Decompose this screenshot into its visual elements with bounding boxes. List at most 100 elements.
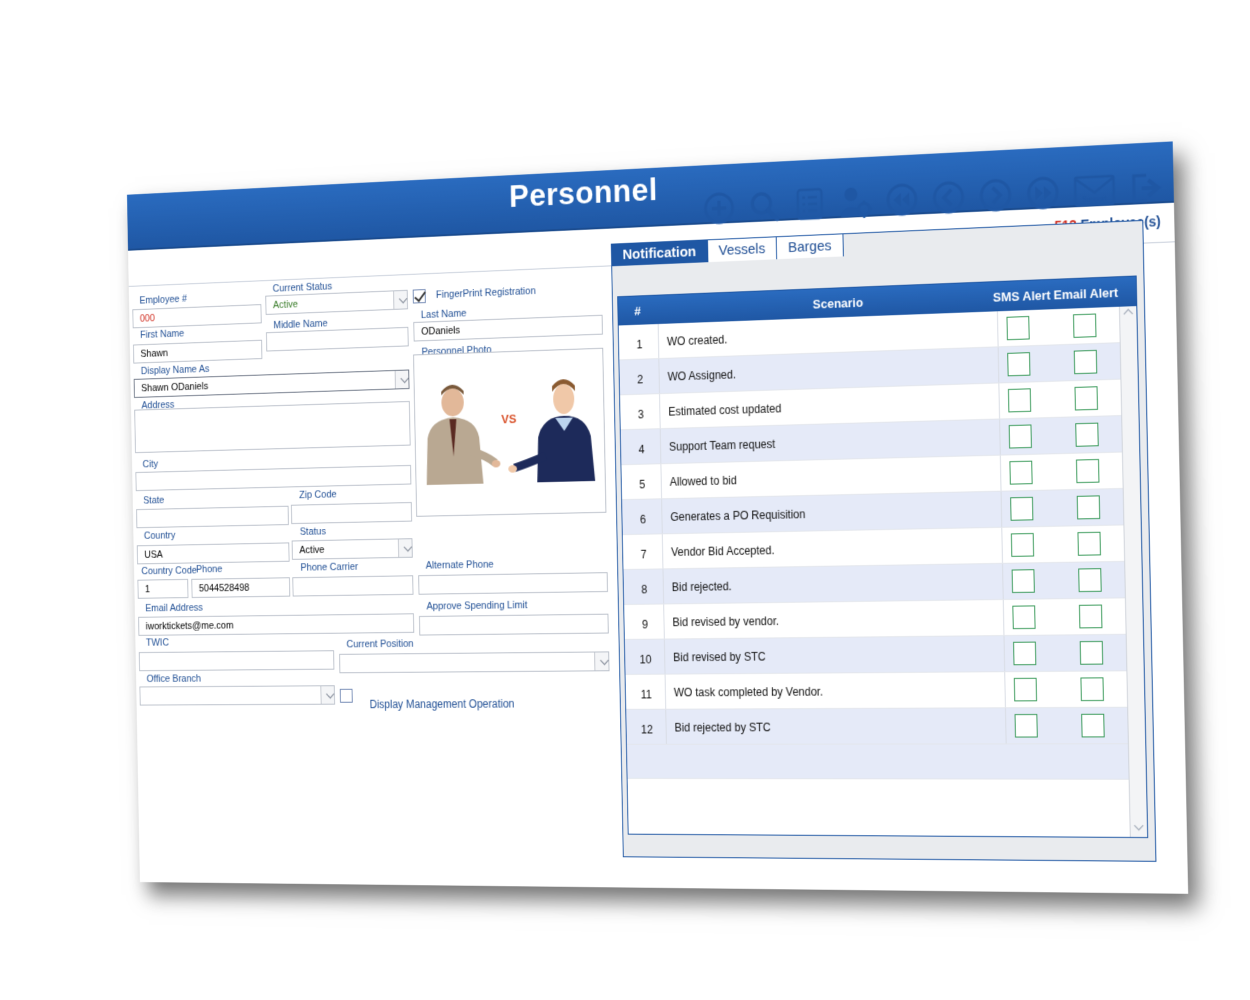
exit-button[interactable] — [1129, 170, 1165, 207]
office-branch-select[interactable] — [139, 685, 336, 706]
first-name-field[interactable]: Shawn — [133, 339, 263, 364]
sms-alert-checkbox[interactable] — [1007, 352, 1031, 377]
email-alert-checkbox[interactable] — [1079, 640, 1104, 665]
row-divider — [996, 311, 999, 347]
city-field[interactable] — [135, 464, 412, 492]
personnel-window: Personnel Support Employee # 000 Current… — [126, 141, 1189, 894]
tab-vessels[interactable]: Vessels — [706, 236, 778, 263]
sms-alert-checkbox[interactable] — [1009, 460, 1033, 485]
add-button[interactable] — [703, 190, 736, 226]
table-row: 11 WO task completed by Vendor. — [625, 671, 1128, 710]
alternate-phone-field[interactable] — [418, 572, 608, 595]
email-alert-checkbox[interactable] — [1078, 568, 1102, 593]
email-alert-checkbox[interactable] — [1078, 604, 1103, 629]
personnel-photo[interactable]: VS — [413, 347, 607, 517]
current-position-select[interactable] — [339, 651, 610, 674]
next-button[interactable] — [978, 177, 1013, 214]
row-number: 8 — [641, 582, 648, 597]
sms-alert-checkbox[interactable] — [1013, 641, 1037, 666]
row-divider — [659, 429, 662, 464]
first-name-label: First Name — [140, 328, 185, 341]
email-alert-checkbox[interactable] — [1074, 386, 1098, 411]
tab-barges[interactable]: Barges — [775, 233, 844, 260]
row-divider — [661, 499, 663, 534]
spending-limit-label: Approve Spending Limit — [426, 599, 528, 613]
sms-alert-checkbox[interactable] — [1007, 388, 1032, 413]
sms-alert-checkbox[interactable] — [1010, 533, 1035, 557]
country-field[interactable]: USA — [136, 542, 290, 565]
alternate-phone-label: Alternate Phone — [425, 559, 494, 572]
row-number: 1 — [636, 337, 643, 352]
row-scenario: Bid revised by STC — [673, 649, 766, 665]
phone-carrier-label: Phone Carrier — [300, 561, 359, 574]
state-label: State — [143, 494, 165, 507]
row-scenario: Generates a PO Requisition — [670, 507, 806, 524]
support-button[interactable]: Support — [1073, 172, 1116, 209]
row-scenario: WO created. — [666, 332, 728, 349]
last-name-label: Last Name — [420, 307, 467, 321]
display-mgmt-checkbox[interactable] — [339, 688, 353, 703]
support-mail-icon: Support — [1073, 172, 1116, 209]
user-settings-button[interactable] — [839, 184, 873, 220]
sms-alert-checkbox[interactable] — [1011, 569, 1035, 593]
status-select[interactable]: Active — [291, 538, 413, 560]
employee-no-field[interactable]: 000 — [132, 304, 262, 329]
row-divider — [1003, 636, 1006, 672]
row-scenario: Estimated cost updated — [668, 401, 782, 419]
zip-code-field[interactable] — [290, 502, 413, 525]
spending-limit-field[interactable] — [419, 613, 609, 636]
rewind-icon — [885, 182, 919, 218]
email-alert-checkbox[interactable] — [1077, 531, 1101, 556]
phone-field[interactable]: 5044528498 — [191, 577, 291, 598]
state-field[interactable] — [136, 505, 289, 529]
sms-alert-checkbox[interactable] — [1012, 605, 1036, 630]
sms-alert-checkbox[interactable] — [1013, 677, 1038, 702]
previous-icon — [931, 179, 965, 216]
fast-forward-button[interactable] — [1025, 175, 1060, 212]
phone-carrier-field[interactable] — [292, 575, 414, 597]
row-divider — [663, 639, 666, 674]
twic-field[interactable] — [138, 650, 335, 672]
sms-alert-checkbox[interactable] — [1006, 315, 1030, 341]
city-label: City — [142, 458, 159, 471]
sms-alert-checkbox[interactable] — [1014, 714, 1038, 738]
row-divider — [664, 674, 667, 709]
middle-name-field[interactable] — [266, 326, 409, 352]
country-code-field[interactable]: 1 — [137, 578, 189, 599]
email-field[interactable]: iworktickets@me.com — [138, 613, 415, 636]
user-settings-icon — [841, 187, 873, 220]
sms-alert-checkbox[interactable] — [1008, 424, 1032, 449]
display-mgmt-label: Display Management Operation — [369, 697, 515, 711]
email-alert-checkbox[interactable] — [1073, 313, 1097, 338]
tab-notification[interactable]: Notification — [610, 239, 708, 267]
email-alert-checkbox[interactable] — [1075, 458, 1100, 484]
row-divider — [663, 604, 665, 639]
email-alert-checkbox[interactable] — [1081, 713, 1105, 738]
email-alert-checkbox[interactable] — [1080, 677, 1104, 702]
previous-button[interactable] — [931, 179, 965, 216]
row-divider — [657, 323, 660, 359]
row-divider — [659, 394, 661, 429]
email-alert-checkbox[interactable] — [1075, 422, 1099, 447]
row-number: 9 — [641, 617, 649, 632]
row-divider — [1002, 599, 1005, 636]
employee-no-label: Employee # — [139, 293, 188, 307]
address-field[interactable] — [134, 401, 411, 454]
scroll-up-icon[interactable] — [1123, 308, 1134, 319]
row-scenario: Support Team request — [668, 437, 776, 454]
header-sms-alert: SMS Alert — [992, 287, 1051, 305]
row-divider — [660, 464, 663, 499]
list-button[interactable] — [793, 186, 827, 222]
row-divider — [1002, 563, 1004, 599]
fingerprint-label: FingerPrint Registration — [435, 285, 536, 301]
sms-alert-checkbox[interactable] — [1010, 496, 1034, 521]
rewind-button[interactable] — [885, 182, 919, 218]
personnel-photo-image — [425, 378, 596, 517]
email-label: Email Address — [145, 602, 203, 615]
scroll-down-icon[interactable] — [1133, 820, 1144, 831]
fingerprint-checkbox[interactable] — [412, 289, 426, 304]
email-alert-checkbox[interactable] — [1073, 349, 1098, 375]
email-alert-checkbox[interactable] — [1076, 495, 1101, 520]
row-scenario: WO Assigned. — [667, 367, 737, 384]
search-button[interactable] — [748, 188, 781, 224]
